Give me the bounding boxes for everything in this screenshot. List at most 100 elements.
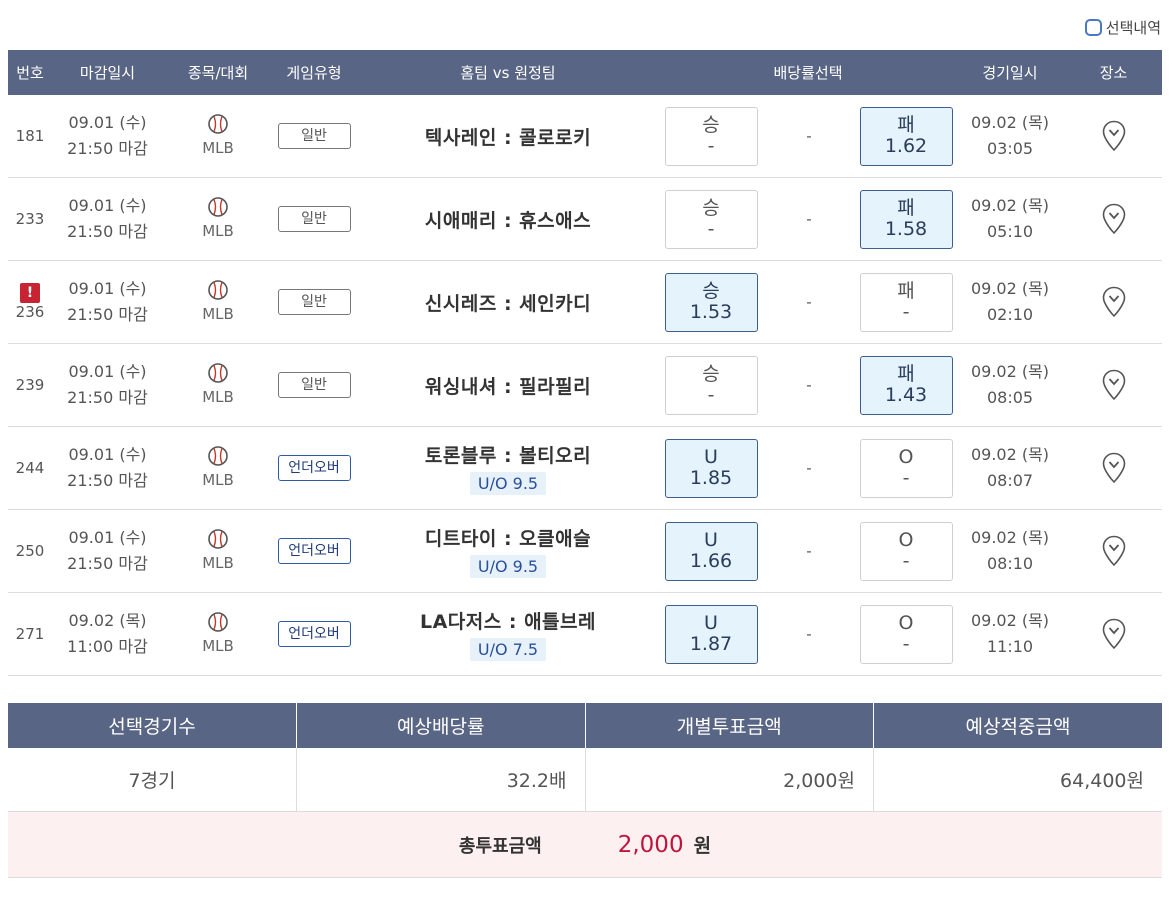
sport-cell: MLB <box>163 343 273 427</box>
uo-line-badge: U/O 9.5 <box>469 555 547 578</box>
odds-right-button[interactable]: 패 1.43 <box>859 355 953 415</box>
checkbox-icon[interactable] <box>1084 19 1102 36</box>
header-number: 번호 <box>8 50 52 95</box>
teams-cell: 디트타이 : 오클애슬 U/O 9.5 <box>355 509 661 593</box>
odds-left-cell: U 1.85 <box>661 426 761 510</box>
odds-left-button[interactable]: 승- <box>664 355 758 415</box>
close-time-cell: 09.01 (수) 21:50 마감 <box>52 177 163 261</box>
total-bet-unit: 원 <box>693 835 712 857</box>
odds-left-button[interactable]: U 1.85 <box>664 438 758 498</box>
game-type-badge: 일반 <box>277 372 351 398</box>
teams-cell: LA다저스 : 애틀브레 U/O 7.5 <box>355 592 661 676</box>
map-pin-icon[interactable] <box>1102 120 1126 152</box>
game-time-cell: 09.02 (목) 05:10 <box>955 177 1066 261</box>
map-pin-icon[interactable] <box>1102 286 1126 318</box>
odds-left-button[interactable]: 승- <box>664 189 758 249</box>
league-label: MLB <box>202 388 234 406</box>
map-pin-icon[interactable] <box>1102 203 1126 235</box>
game-type-cell: 일반 <box>273 95 355 178</box>
game-time: 11:10 <box>986 637 1034 656</box>
location-cell <box>1065 592 1163 676</box>
location-cell <box>1065 177 1163 261</box>
odds-right-button[interactable]: 패- <box>859 272 953 332</box>
map-pin-icon[interactable] <box>1102 535 1126 567</box>
summary-payout: 64,400원 <box>873 748 1162 812</box>
odds-right-value: - <box>902 550 910 572</box>
odds-right-button[interactable]: O- <box>859 604 953 664</box>
total-bet-row: 총투표금액 2,000 원 <box>8 812 1162 878</box>
odds-right-label: 패 <box>897 197 915 219</box>
close-date: 09.02 (목) <box>68 611 147 630</box>
header-odds: 배당률선택 <box>661 50 956 95</box>
selection-history-toggle[interactable]: 선택내역 <box>1084 17 1161 38</box>
map-pin-icon[interactable] <box>1102 618 1126 650</box>
alert-icon: ! <box>20 283 40 303</box>
match-teams: 워싱내셔 : 필라필리 <box>424 375 592 398</box>
odds-right-cell: O- <box>857 426 956 510</box>
close-time: 21:50 마감 <box>67 554 148 573</box>
odds-left-label: U <box>704 612 718 634</box>
sport-cell: MLB <box>163 509 273 593</box>
league-label: MLB <box>202 554 234 572</box>
odds-left-button[interactable]: U 1.87 <box>664 604 758 664</box>
uo-line-badge: U/O 9.5 <box>469 472 547 495</box>
game-time-cell: 09.02 (목) 08:07 <box>955 426 1066 510</box>
summary-header-games: 선택경기수 <box>8 703 297 748</box>
odds-draw: - <box>761 177 857 261</box>
game-time-cell: 09.02 (목) 03:05 <box>955 95 1066 178</box>
top-bar: 선택내역 <box>0 0 1173 50</box>
odds-left-button[interactable]: 승- <box>664 106 758 166</box>
header-location: 장소 <box>1065 50 1163 95</box>
summary-header-payout: 예상적중금액 <box>873 703 1162 748</box>
odds-right-value: 1.58 <box>884 218 928 240</box>
odds-right-button[interactable]: O- <box>859 438 953 498</box>
game-number: 250 <box>8 509 52 593</box>
close-time: 21:50 마감 <box>67 388 148 407</box>
odds-left-label: U <box>704 529 718 551</box>
odds-right-button[interactable]: 패 1.58 <box>859 189 953 249</box>
odds-right-cell: 패 1.62 <box>857 95 956 178</box>
baseball-icon <box>208 280 228 300</box>
summary-header-bet: 개별투표금액 <box>584 703 874 748</box>
league-label: MLB <box>202 305 234 323</box>
league-label: MLB <box>202 471 234 489</box>
game-time: 05:10 <box>986 222 1034 241</box>
odds-left-value: 1.87 <box>689 633 733 655</box>
odds-right-button[interactable]: O- <box>859 521 953 581</box>
odds-left-button[interactable]: U 1.66 <box>664 521 758 581</box>
map-pin-icon[interactable] <box>1102 369 1126 401</box>
odds-left-button[interactable]: 승 1.53 <box>664 272 758 332</box>
game-time-cell: 09.02 (목) 02:10 <box>955 260 1066 344</box>
odds-draw: - <box>761 95 857 178</box>
teams-cell: 시애매리 : 휴스애스 <box>355 177 661 261</box>
odds-right-button[interactable]: 패 1.62 <box>859 106 953 166</box>
game-type-badge: 일반 <box>277 289 351 315</box>
game-number: 244 <box>8 426 52 510</box>
table-row: 239 09.01 (수) 21:50 마감 MLB 일반 워싱내셔 : 필라필리 승 - - 패… <box>8 343 1163 427</box>
close-date: 09.01 (수) <box>68 279 147 298</box>
game-time: 02:10 <box>986 305 1034 324</box>
match-teams: 시애매리 : 휴스애스 <box>424 209 592 232</box>
odds-right-label: O <box>898 446 914 468</box>
odds-right-label: O <box>898 529 914 551</box>
summary-table: 선택경기수 예상배당률 개별투표금액 예상적중금액 7경기 32.2배 2,00… <box>8 703 1162 812</box>
odds-draw: - <box>761 343 857 427</box>
game-date: 09.02 (목) <box>970 445 1050 464</box>
odds-right-cell: 패 1.43 <box>857 343 956 427</box>
odds-left-label: 승 <box>702 197 720 219</box>
map-pin-icon[interactable] <box>1102 452 1126 484</box>
location-cell <box>1065 260 1163 344</box>
location-cell <box>1065 509 1163 593</box>
close-time: 21:50 마감 <box>67 471 148 490</box>
odds-left-label: U <box>704 446 718 468</box>
odds-left-label: 승 <box>702 280 720 302</box>
uo-line-badge: U/O 7.5 <box>469 638 547 661</box>
league-label: MLB <box>202 139 234 157</box>
odds-left-cell: U 1.66 <box>661 509 761 593</box>
baseball-icon <box>208 529 228 549</box>
game-type-badge: 일반 <box>277 123 351 149</box>
close-date: 09.01 (수) <box>68 528 147 547</box>
match-teams: 토론블루 : 볼티오리 <box>424 445 592 467</box>
teams-cell: 워싱내셔 : 필라필리 <box>355 343 661 427</box>
game-time: 08:05 <box>986 388 1034 407</box>
